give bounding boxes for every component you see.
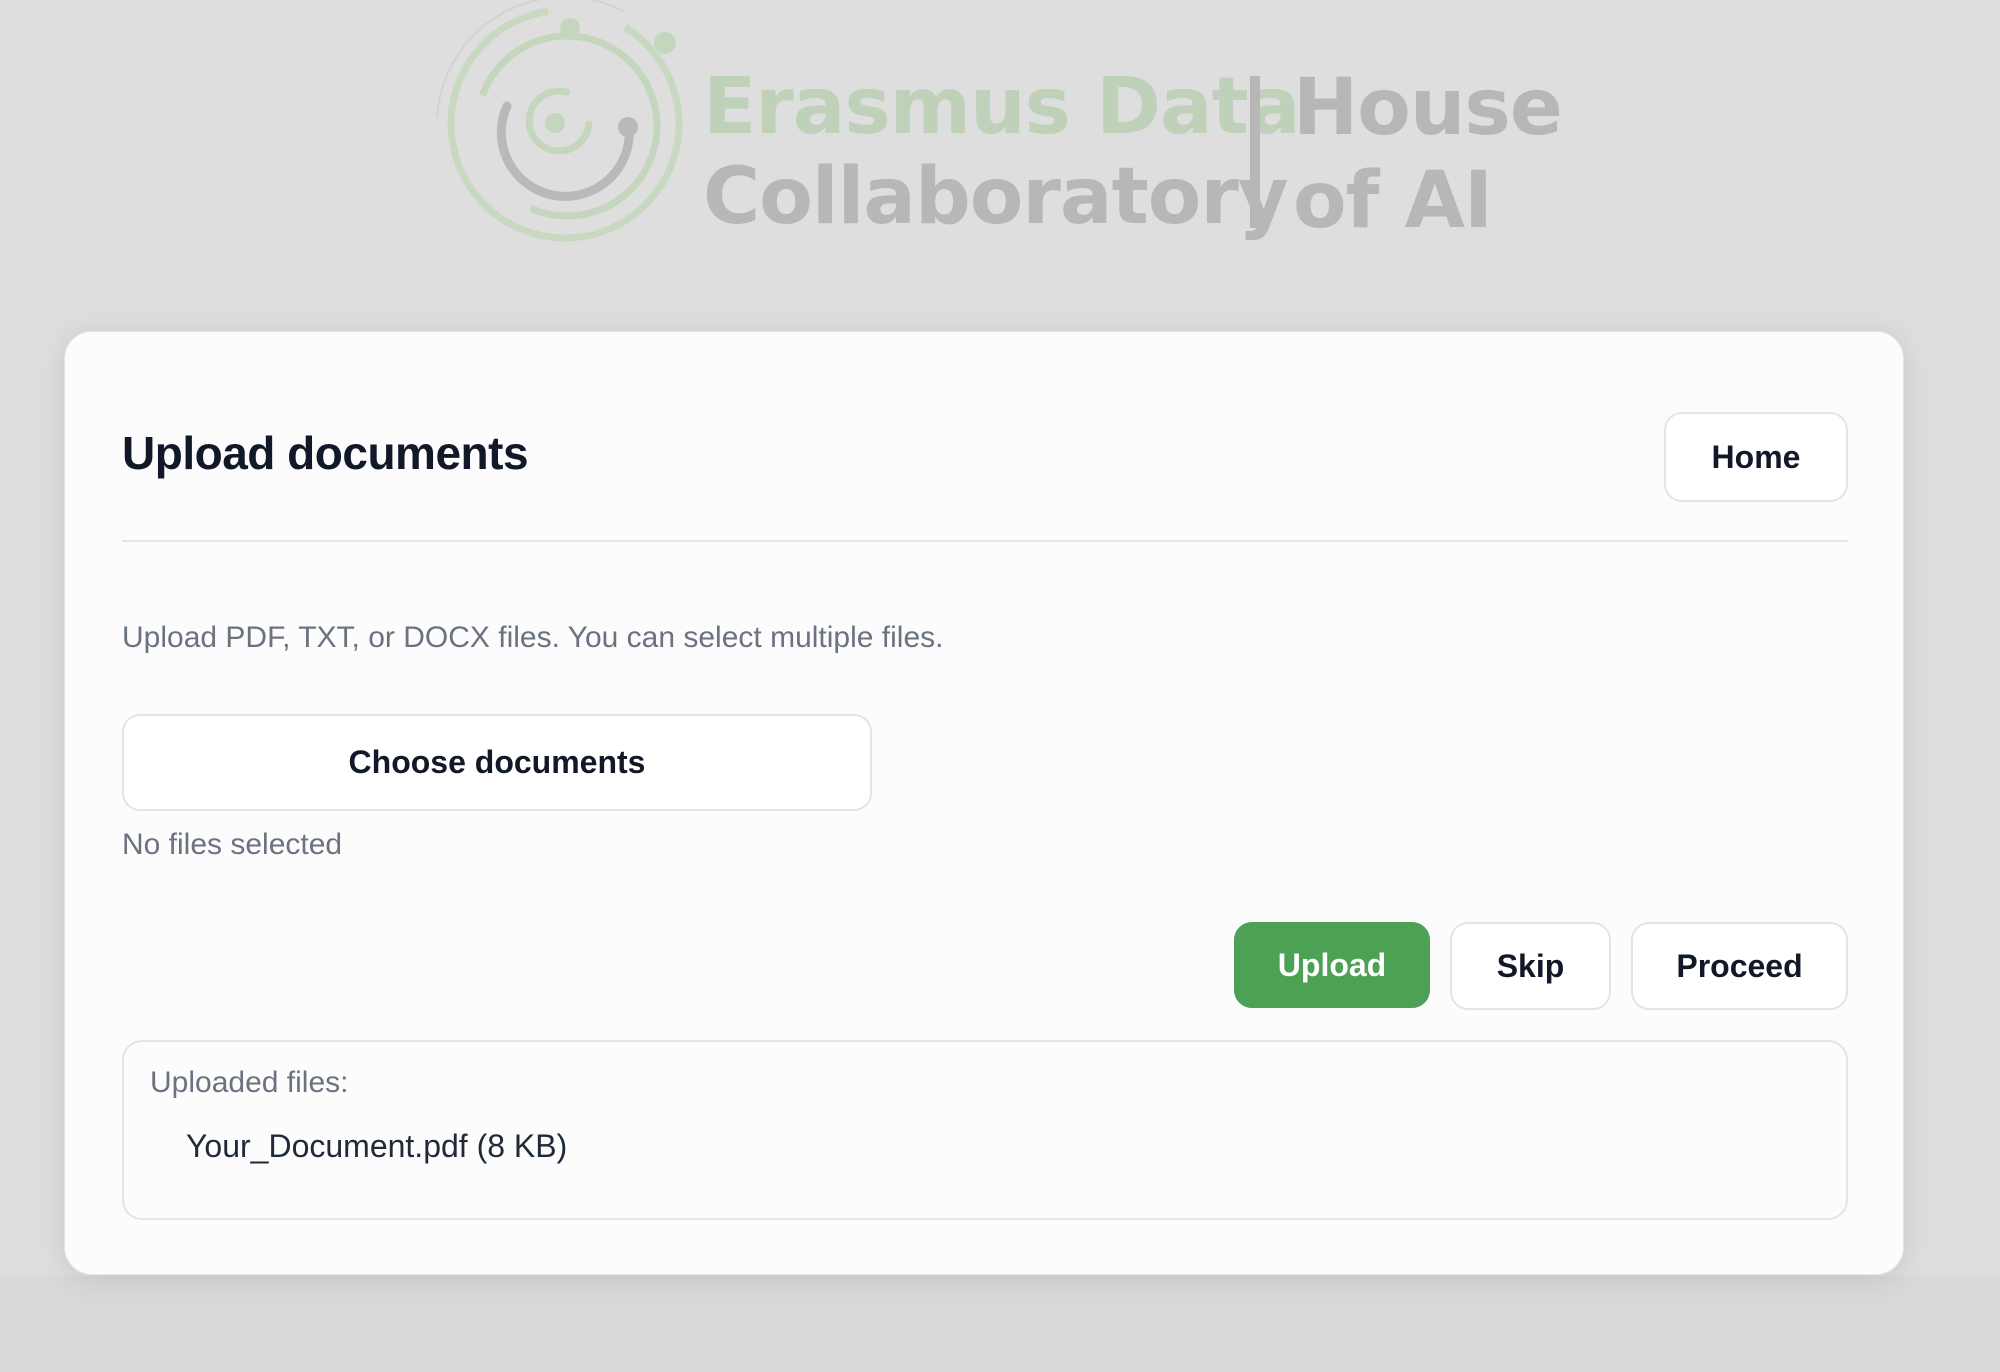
logo: Erasmus Data Collaboratory House of AI	[425, 0, 1563, 255]
logo-divider	[1250, 76, 1260, 228]
logo-wordmark: Erasmus Data Collaboratory	[703, 62, 1300, 242]
uploaded-files-list: Your_Document.pdf (8 KB)	[186, 1128, 567, 1165]
logo-line-of-ai: of AI	[1293, 156, 1493, 246]
logo-line-house: House	[1293, 63, 1563, 153]
upload-card: Upload documents Home Upload PDF, TXT, o…	[64, 331, 1904, 1275]
logo-line-collaboratory: Collaboratory	[703, 152, 1289, 242]
erasmus-logo-mark-icon	[436, 0, 683, 242]
upload-button[interactable]: Upload	[1234, 922, 1430, 1008]
home-button[interactable]: Home	[1664, 412, 1848, 502]
uploaded-files-heading: Uploaded files:	[150, 1066, 349, 1099]
logo-house-of-ai: House of AI	[1293, 62, 1563, 248]
proceed-button[interactable]: Proceed	[1631, 922, 1848, 1010]
uploaded-files-panel: Uploaded files: Your_Document.pdf (8 KB)	[122, 1040, 1848, 1220]
uploaded-file-item: Your_Document.pdf (8 KB)	[186, 1128, 568, 1164]
choose-documents-button[interactable]: Choose documents	[122, 714, 872, 811]
upload-instructions: Upload PDF, TXT, or DOCX files. You can …	[122, 621, 944, 654]
logo-line-erasmus-data: Erasmus Data	[703, 62, 1300, 152]
page-title: Upload documents	[122, 427, 529, 479]
header-divider	[122, 540, 1848, 542]
skip-button[interactable]: Skip	[1450, 922, 1611, 1010]
page-bottom-band	[0, 1276, 2000, 1372]
file-selection-status: No files selected	[122, 828, 343, 861]
